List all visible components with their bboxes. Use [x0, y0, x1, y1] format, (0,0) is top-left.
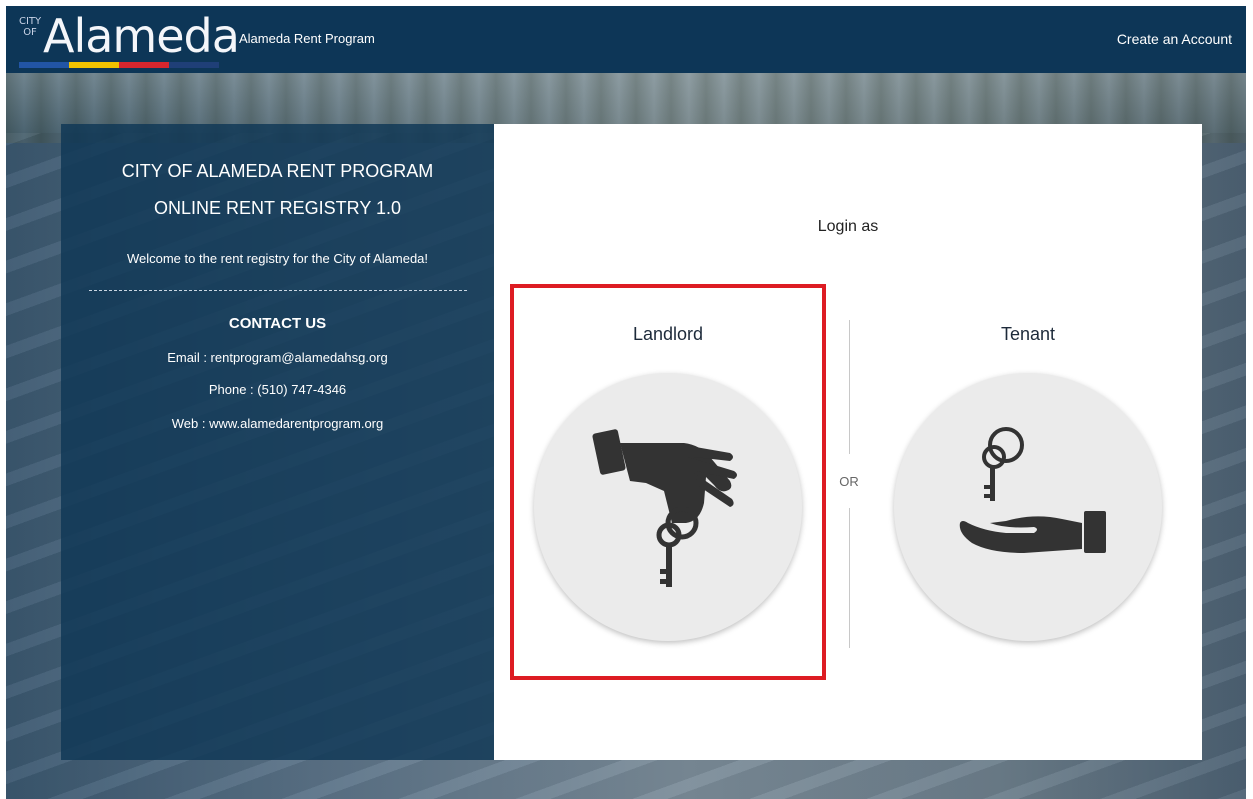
or-separator-bottom: [849, 508, 850, 648]
or-separator-top: [849, 320, 850, 454]
login-panel: Login as Landlord OR Tenant: [494, 124, 1202, 760]
program-title: CITY OF ALAMEDA RENT PROGRAM: [121, 161, 434, 181]
logo-bar-red: [119, 62, 169, 68]
dashed-divider: [89, 290, 467, 291]
contact-phone: Phone : (510) 747-4346: [208, 382, 347, 397]
logo-color-bars: [19, 62, 219, 68]
contact-email[interactable]: Email : rentprogram@alamedahsg.org: [61, 350, 494, 365]
create-account-link[interactable]: Create an Account: [1117, 31, 1232, 47]
site-name[interactable]: Alameda Rent Program: [239, 31, 375, 46]
info-panel: CITY OF ALAMEDA RENT PROGRAM ONLINE RENT…: [61, 124, 494, 760]
landlord-label: Landlord: [632, 324, 704, 344]
logo-bar-yellow: [69, 62, 119, 68]
alameda-logo[interactable]: CITY OF Alameda: [19, 9, 240, 70]
landlord-button[interactable]: [534, 373, 802, 641]
tenant-login-option[interactable]: Tenant: [872, 286, 1184, 678]
welcome-text: Welcome to the rent registry for the Cit…: [126, 251, 429, 266]
page: CITY OF Alameda Alameda Rent Program Cre…: [0, 0, 1253, 799]
hand-receiving-key-icon: [959, 427, 1106, 553]
logo-wordmark: Alameda: [43, 9, 240, 63]
contact-heading: CONTACT US: [228, 315, 327, 332]
hand-giving-key-icon: [592, 429, 737, 587]
logo-city-text: CITY OF: [19, 16, 42, 38]
or-text: OR: [839, 474, 859, 489]
logo-bar-blue: [19, 62, 69, 68]
tenant-label: Tenant: [1000, 324, 1056, 344]
contact-web[interactable]: Web : www.alamedarentprogram.org: [61, 416, 494, 431]
login-as-heading: Login as: [817, 218, 879, 235]
landlord-login-option[interactable]: Landlord: [510, 284, 826, 680]
logo-bar-navy: [169, 62, 219, 68]
tenant-button[interactable]: [894, 373, 1162, 641]
registry-title: ONLINE RENT REGISTRY 1.0: [153, 198, 402, 218]
top-navbar: CITY OF Alameda Alameda Rent Program Cre…: [6, 6, 1246, 73]
